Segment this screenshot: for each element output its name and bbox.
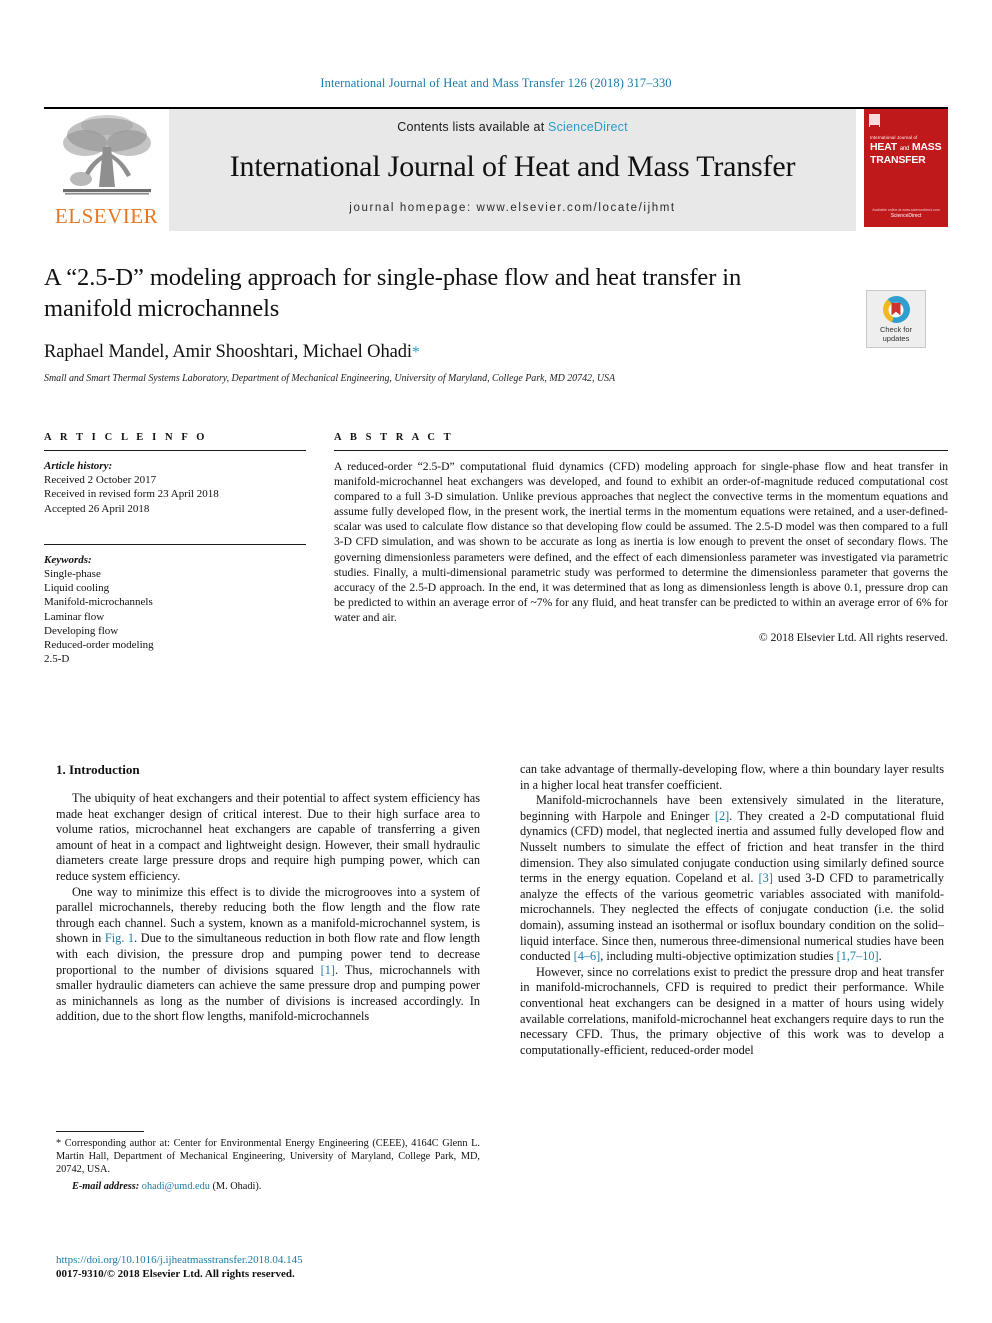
keyword-item: Laminar flow xyxy=(44,610,105,623)
running-head: International Journal of Heat and Mass T… xyxy=(320,76,672,90)
paragraph: One way to minimize this effect is to di… xyxy=(56,885,480,1025)
author-names: Raphael Mandel, Amir Shooshtari, Michael… xyxy=(44,342,412,362)
paragraph: The ubiquity of heat exchangers and thei… xyxy=(56,791,480,883)
article-header: A “2.5-D” modeling approach for single-p… xyxy=(44,262,948,384)
article-history-label: Article history: xyxy=(44,460,113,472)
contents-prefix: Contents lists available at xyxy=(397,120,549,134)
page-title: A “2.5-D” modeling approach for single-p… xyxy=(44,264,742,322)
abstract-column: A B S T R A C T A reduced-order “2.5-D” … xyxy=(334,432,948,666)
doi-link[interactable]: https://doi.org/10.1016/j.ijheatmasstran… xyxy=(56,1253,556,1267)
citation-link[interactable]: [1] xyxy=(321,963,335,977)
paragraph-part: , including multi-objective optimization… xyxy=(600,949,837,964)
keyword-item: Manifold-microchannels xyxy=(44,596,153,609)
paper-page: International Journal of Heat and Mass T… xyxy=(0,0,992,1323)
article-info-rule xyxy=(44,450,306,451)
abstract-heading: A B S T R A C T xyxy=(334,432,454,443)
abstract-copyright: © 2018 Elsevier Ltd. All rights reserved… xyxy=(758,631,948,645)
article-history-item: Received 2 October 2017 xyxy=(44,474,157,487)
crossmark-badge[interactable]: Check for updates xyxy=(866,290,926,348)
cover-title-and: and xyxy=(899,146,910,152)
crossmark-label-line1: Check for xyxy=(879,325,913,334)
email-link[interactable]: ohadi@umd.edu xyxy=(142,1181,210,1192)
footnote-email-line: E-mail address: ohadi@umd.edu (M. Ohadi)… xyxy=(56,1180,480,1193)
body-columns: 1. Introduction The ubiquity of heat exc… xyxy=(56,762,944,1058)
journal-title: International Journal of Heat and Mass T… xyxy=(229,150,796,183)
abstract-rule xyxy=(334,450,948,451)
citation-link[interactable]: [1,7–10] xyxy=(837,949,879,963)
keyword-item: 2.5-D xyxy=(44,653,70,666)
keyword-item: Liquid cooling xyxy=(44,582,110,595)
keyword-item: Reduced-order modeling xyxy=(44,639,154,652)
footnote-address: Corresponding author at: Center for Envi… xyxy=(56,1138,480,1175)
cover-supratitle: International Journal of xyxy=(870,135,918,140)
keywords-rule xyxy=(44,543,306,545)
body-column-right: can take advantage of thermally-developi… xyxy=(520,762,944,1058)
cover-title-transfer: TRANSFER xyxy=(870,154,926,166)
keyword-item: Single-phase xyxy=(44,568,101,581)
article-info-column: A R T I C L E I N F O Article history: R… xyxy=(44,432,306,666)
article-history-item: Received in revised form 23 April 2018 xyxy=(44,488,219,501)
article-history: Article history: Received 2 October 2017… xyxy=(44,459,306,516)
corresponding-author-footnote: * Corresponding author at: Center for En… xyxy=(56,1131,480,1193)
email-label: E-mail address: xyxy=(72,1181,140,1192)
paragraph-part: . xyxy=(878,949,882,964)
cover-elsevier-icon xyxy=(869,114,880,127)
page-footer: https://doi.org/10.1016/j.ijheatmasstran… xyxy=(56,1253,556,1281)
affiliation: Small and Smart Thermal Systems Laborato… xyxy=(44,373,616,384)
author-list: Raphael Mandel, Amir Shooshtari, Michael… xyxy=(44,342,948,363)
elsevier-logo: ELSEVIER xyxy=(44,109,169,231)
citation-link[interactable]: [3] xyxy=(759,871,773,885)
footnote-rule xyxy=(56,1131,144,1132)
crossmark-flag-icon xyxy=(891,302,901,316)
article-info-heading: A R T I C L E I N F O xyxy=(44,432,208,443)
corresponding-author-marker: * xyxy=(411,344,420,361)
section-heading-introduction: 1. Introduction xyxy=(56,762,140,777)
paragraph: can take advantage of thermally-developi… xyxy=(520,762,944,792)
paragraph: However, since no correlations exist to … xyxy=(520,964,944,1057)
body-column-left: 1. Introduction The ubiquity of heat exc… xyxy=(56,762,480,1058)
issn-copyright-line: 0017-9310/© 2018 Elsevier Ltd. All right… xyxy=(56,1268,295,1280)
sciencedirect-link[interactable]: ScienceDirect xyxy=(548,120,628,134)
contents-line: Contents lists available at ScienceDirec… xyxy=(397,120,628,134)
footnote-text: * Corresponding author at: Center for En… xyxy=(56,1137,480,1176)
keyword-item: Developing flow xyxy=(44,624,119,637)
article-history-item: Accepted 26 April 2018 xyxy=(44,502,150,515)
keywords-list: Keywords: Single-phase Liquid cooling Ma… xyxy=(44,553,306,667)
figure-reference-link[interactable]: Fig. 1 xyxy=(105,931,134,945)
citation-link[interactable]: [2] xyxy=(715,809,729,823)
info-abstract-block: A R T I C L E I N F O Article history: R… xyxy=(44,432,948,666)
keywords-label: Keywords: xyxy=(44,553,92,566)
email-owner: (M. Ohadi). xyxy=(209,1181,262,1192)
journal-masthead: ELSEVIER Contents lists available at Sci… xyxy=(44,107,948,231)
cover-title: HEAT and MASS TRANSFER xyxy=(870,141,942,166)
crossmark-icon xyxy=(882,296,910,323)
paragraph: Manifold-microchannels have been extensi… xyxy=(520,793,944,965)
crossmark-label-line2: updates xyxy=(882,334,910,343)
elsevier-wordmark: ELSEVIER xyxy=(54,204,159,228)
crossmark-label: Check for updates xyxy=(867,325,925,343)
cover-footer-sciencedirect: ScienceDirect xyxy=(890,213,922,219)
journal-cover-thumbnail: International Journal of HEAT and MASS T… xyxy=(856,109,948,231)
citation-link[interactable]: [4–6] xyxy=(574,949,601,963)
elsevier-tree-icon xyxy=(62,115,151,195)
journal-banner: Contents lists available at ScienceDirec… xyxy=(169,109,856,231)
cover-title-mass: MASS xyxy=(911,141,942,153)
cover-footer: Available online at www.sciencedirect.co… xyxy=(864,207,948,219)
journal-homepage-link[interactable]: journal homepage: www.elsevier.com/locat… xyxy=(349,202,675,214)
cover-title-heat: HEAT xyxy=(870,141,898,153)
abstract-text: A reduced-order “2.5-D” computational fl… xyxy=(334,460,948,624)
